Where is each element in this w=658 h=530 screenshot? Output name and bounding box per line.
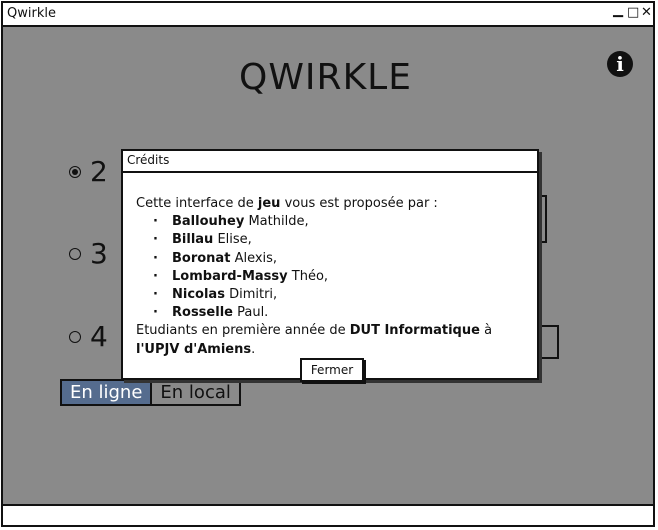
list-item: Boronat Alexis, xyxy=(136,250,532,268)
dialog-title: Crédits xyxy=(127,153,170,167)
list-item: Ballouhey Mathilde, xyxy=(136,213,532,231)
window-title: Qwirkle xyxy=(7,6,56,21)
maximize-icon[interactable]: □ xyxy=(627,5,639,21)
option-3-players[interactable]: 3 xyxy=(69,237,108,270)
status-bar xyxy=(3,504,653,525)
app-title: QWIRKLE xyxy=(239,57,412,98)
option-label: 3 xyxy=(90,237,108,270)
title-bar: Qwirkle ▁ □ ✕ xyxy=(3,3,653,27)
close-icon[interactable]: ✕ xyxy=(641,5,652,21)
info-icon[interactable]: i xyxy=(607,51,633,77)
tab-en-ligne[interactable]: En ligne xyxy=(62,381,153,404)
radio-button[interactable] xyxy=(69,165,81,178)
option-2-players[interactable]: 2 xyxy=(69,155,108,188)
list-item: Billau Elise, xyxy=(136,231,532,249)
list-item: Lombard-Massy Théo, xyxy=(136,268,532,286)
intro-bold: jeu xyxy=(257,196,281,211)
intro-text: Cette interface de xyxy=(136,196,258,211)
list-item: Rosselle Paul. xyxy=(136,304,532,322)
radio-button[interactable] xyxy=(69,330,81,343)
minimize-icon[interactable]: ▁ xyxy=(613,3,623,19)
footer-line: Etudiants en première année de DUT Infor… xyxy=(136,323,493,357)
list-item: Nicolas Dimitri, xyxy=(136,286,532,304)
credits-dialog: Crédits Cette interface de jeu vous est … xyxy=(121,149,539,382)
intro-line: Cette interface de jeu vous est proposée… xyxy=(136,195,532,213)
option-4-players[interactable]: 4 xyxy=(69,320,108,353)
tab-en-local[interactable]: En local xyxy=(152,381,239,404)
author-list: Ballouhey Mathilde, Billau Elise, Borona… xyxy=(136,213,532,322)
intro-text-end: vous est proposée par : xyxy=(280,196,438,211)
option-label: 2 xyxy=(90,155,108,188)
fermer-button[interactable]: Fermer xyxy=(300,358,364,382)
dialog-title-bar: Crédits xyxy=(123,151,537,173)
mode-tabs: En ligne En local xyxy=(60,379,241,406)
option-label: 4 xyxy=(90,320,108,353)
radio-button[interactable] xyxy=(69,247,81,260)
dialog-body: Cette interface de jeu vous est proposée… xyxy=(136,195,532,359)
